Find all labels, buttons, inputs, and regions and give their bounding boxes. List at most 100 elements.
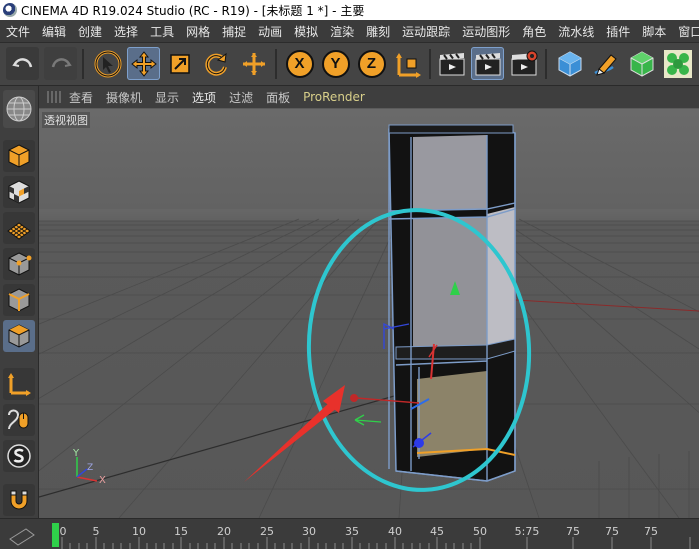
perspective-viewport[interactable]: 透视视图 Y X Z — [39, 109, 699, 518]
axis-y-label: Y — [321, 49, 350, 78]
view-sphere-button[interactable] — [3, 90, 35, 128]
timeline-tick: 0 — [59, 525, 67, 538]
snapping-button[interactable] — [3, 440, 35, 472]
menu-render[interactable]: 渲染 — [324, 23, 360, 40]
subdivision-cube-icon — [630, 50, 653, 77]
menu-bar: 文件 编辑 创建 选择 工具 网格 捕捉 动画 模拟 渲染 雕刻 运动跟踪 运动… — [0, 20, 699, 43]
toolbar-separator — [429, 49, 431, 79]
z-axis-lock-button[interactable]: Z — [355, 47, 388, 80]
viewport-menu-filter[interactable]: 过滤 — [229, 89, 253, 106]
menu-script[interactable]: 脚本 — [636, 23, 672, 40]
timeline-tick: 5:75 — [514, 525, 540, 538]
timeline-tick: 40 — [388, 525, 402, 538]
menu-mesh[interactable]: 网格 — [180, 23, 216, 40]
pen-tool-button[interactable] — [589, 47, 622, 80]
viewport-menu-options[interactable]: 选项 — [192, 89, 216, 106]
toolbar-separator — [545, 49, 547, 79]
menu-sculpt[interactable]: 雕刻 — [360, 23, 396, 40]
enable-axis-button[interactable] — [3, 368, 35, 400]
timeline-tick: 75 — [566, 525, 580, 538]
viewport-label: 透视视图 — [42, 112, 90, 128]
axis-indicator-z-label: Z — [87, 463, 94, 473]
polygons-mode-button[interactable] — [3, 320, 35, 352]
menu-edit[interactable]: 编辑 — [36, 23, 72, 40]
add-cube-button[interactable] — [553, 47, 586, 80]
axis-indicator-x-label: X — [99, 475, 106, 486]
axis-z-label: Z — [357, 49, 386, 78]
grid-plane-icon — [7, 222, 31, 240]
render-to-picture-viewer-button[interactable] — [471, 47, 504, 80]
undo-icon — [11, 57, 32, 67]
x-axis-lock-button[interactable]: X — [283, 47, 316, 80]
snap-s-icon — [7, 444, 31, 468]
viewport-menu-cameras[interactable]: 摄像机 — [106, 89, 142, 106]
axis-indicator-y-label: Y — [73, 448, 80, 459]
move-tool-button[interactable] — [127, 47, 160, 80]
main-toolbar: X Y Z — [0, 43, 699, 86]
title-bar: CINEMA 4D R19.024 Studio (RC - R19) - [未… — [0, 0, 699, 20]
scale-icon — [169, 53, 190, 74]
cabinet-model — [388, 124, 516, 482]
menu-mograph[interactable]: 运动图形 — [456, 23, 516, 40]
cloner-button[interactable] — [661, 47, 694, 80]
magnet-tool-button[interactable] — [3, 484, 35, 516]
menu-simulate[interactable]: 模拟 — [288, 23, 324, 40]
menu-file[interactable]: 文件 — [0, 23, 36, 40]
move-icon — [130, 50, 157, 77]
menu-select[interactable]: 选择 — [108, 23, 144, 40]
undo-button[interactable] — [6, 47, 39, 80]
menu-window[interactable]: 窗口 — [672, 23, 699, 40]
axis-corner-icon — [8, 373, 31, 396]
texture-mode-button[interactable] — [3, 176, 35, 208]
render-view-button[interactable] — [435, 47, 468, 80]
checker-cube-icon — [8, 180, 30, 204]
edges-mode-button[interactable] — [3, 284, 35, 316]
recent-tool-button[interactable] — [237, 47, 270, 80]
viewport-menu-view[interactable]: 查看 — [69, 89, 93, 106]
coordinate-system-button[interactable] — [391, 47, 424, 80]
tweak-mode-button[interactable] — [3, 404, 35, 436]
drag-grip-icon[interactable] — [47, 91, 61, 103]
model-cube-icon — [8, 144, 30, 168]
timeline-tick: 25 — [260, 525, 274, 538]
viewport-menu-display[interactable]: 显示 — [155, 89, 179, 106]
timeline-tick: 35 — [345, 525, 359, 538]
toolbar-separator — [82, 49, 84, 79]
crosshair-move-icon — [242, 52, 265, 75]
menu-plugins[interactable]: 插件 — [600, 23, 636, 40]
menu-create[interactable]: 创建 — [72, 23, 108, 40]
scale-tool-button[interactable] — [163, 47, 196, 80]
menu-tools[interactable]: 工具 — [144, 23, 180, 40]
redo-button[interactable] — [44, 47, 77, 80]
model-mode-button[interactable] — [3, 140, 35, 172]
timeline-tick: 10 — [132, 525, 146, 538]
menu-snap[interactable]: 捕捉 — [216, 23, 252, 40]
cinema4d-logo-icon — [3, 3, 17, 17]
clapperboard-render-icon — [475, 52, 500, 75]
left-palette — [0, 86, 39, 518]
menu-animate[interactable]: 动画 — [252, 23, 288, 40]
viewport-menu-bar: 查看 摄像机 显示 选项 过滤 面板 ProRender — [39, 86, 699, 108]
y-axis-lock-button[interactable]: Y — [319, 47, 352, 80]
pen-spline-icon — [593, 53, 617, 76]
menu-motion-tracking[interactable]: 运动跟踪 — [396, 23, 456, 40]
rotate-icon — [204, 52, 227, 76]
rotate-tool-button[interactable] — [199, 47, 232, 80]
menu-pipeline[interactable]: 流水线 — [552, 23, 600, 40]
clapperboard-icon — [439, 52, 464, 75]
viewport-menu-panel[interactable]: 面板 — [266, 89, 290, 106]
window-title: CINEMA 4D R19.024 Studio (RC - R19) - [未… — [21, 3, 365, 18]
live-selection-button[interactable] — [91, 47, 124, 80]
polygons-cube-icon — [8, 324, 30, 348]
timeline-ruler[interactable]: 0 5 10 15 20 25 30 35 40 45 50 5:75 75 7… — [0, 518, 699, 549]
annotation-arrow — [244, 385, 345, 482]
workplane-mode-button[interactable] — [3, 212, 35, 244]
points-mode-button[interactable] — [3, 248, 35, 280]
mouse-tweak-icon — [8, 409, 29, 430]
render-settings-button[interactable] — [507, 47, 540, 80]
menu-character[interactable]: 角色 — [516, 23, 552, 40]
timeline-tick: 50 — [473, 525, 487, 538]
subdivision-surface-button[interactable] — [625, 47, 658, 80]
viewport-menu-prorender[interactable]: ProRender — [303, 90, 365, 104]
magnet-icon — [10, 490, 28, 510]
